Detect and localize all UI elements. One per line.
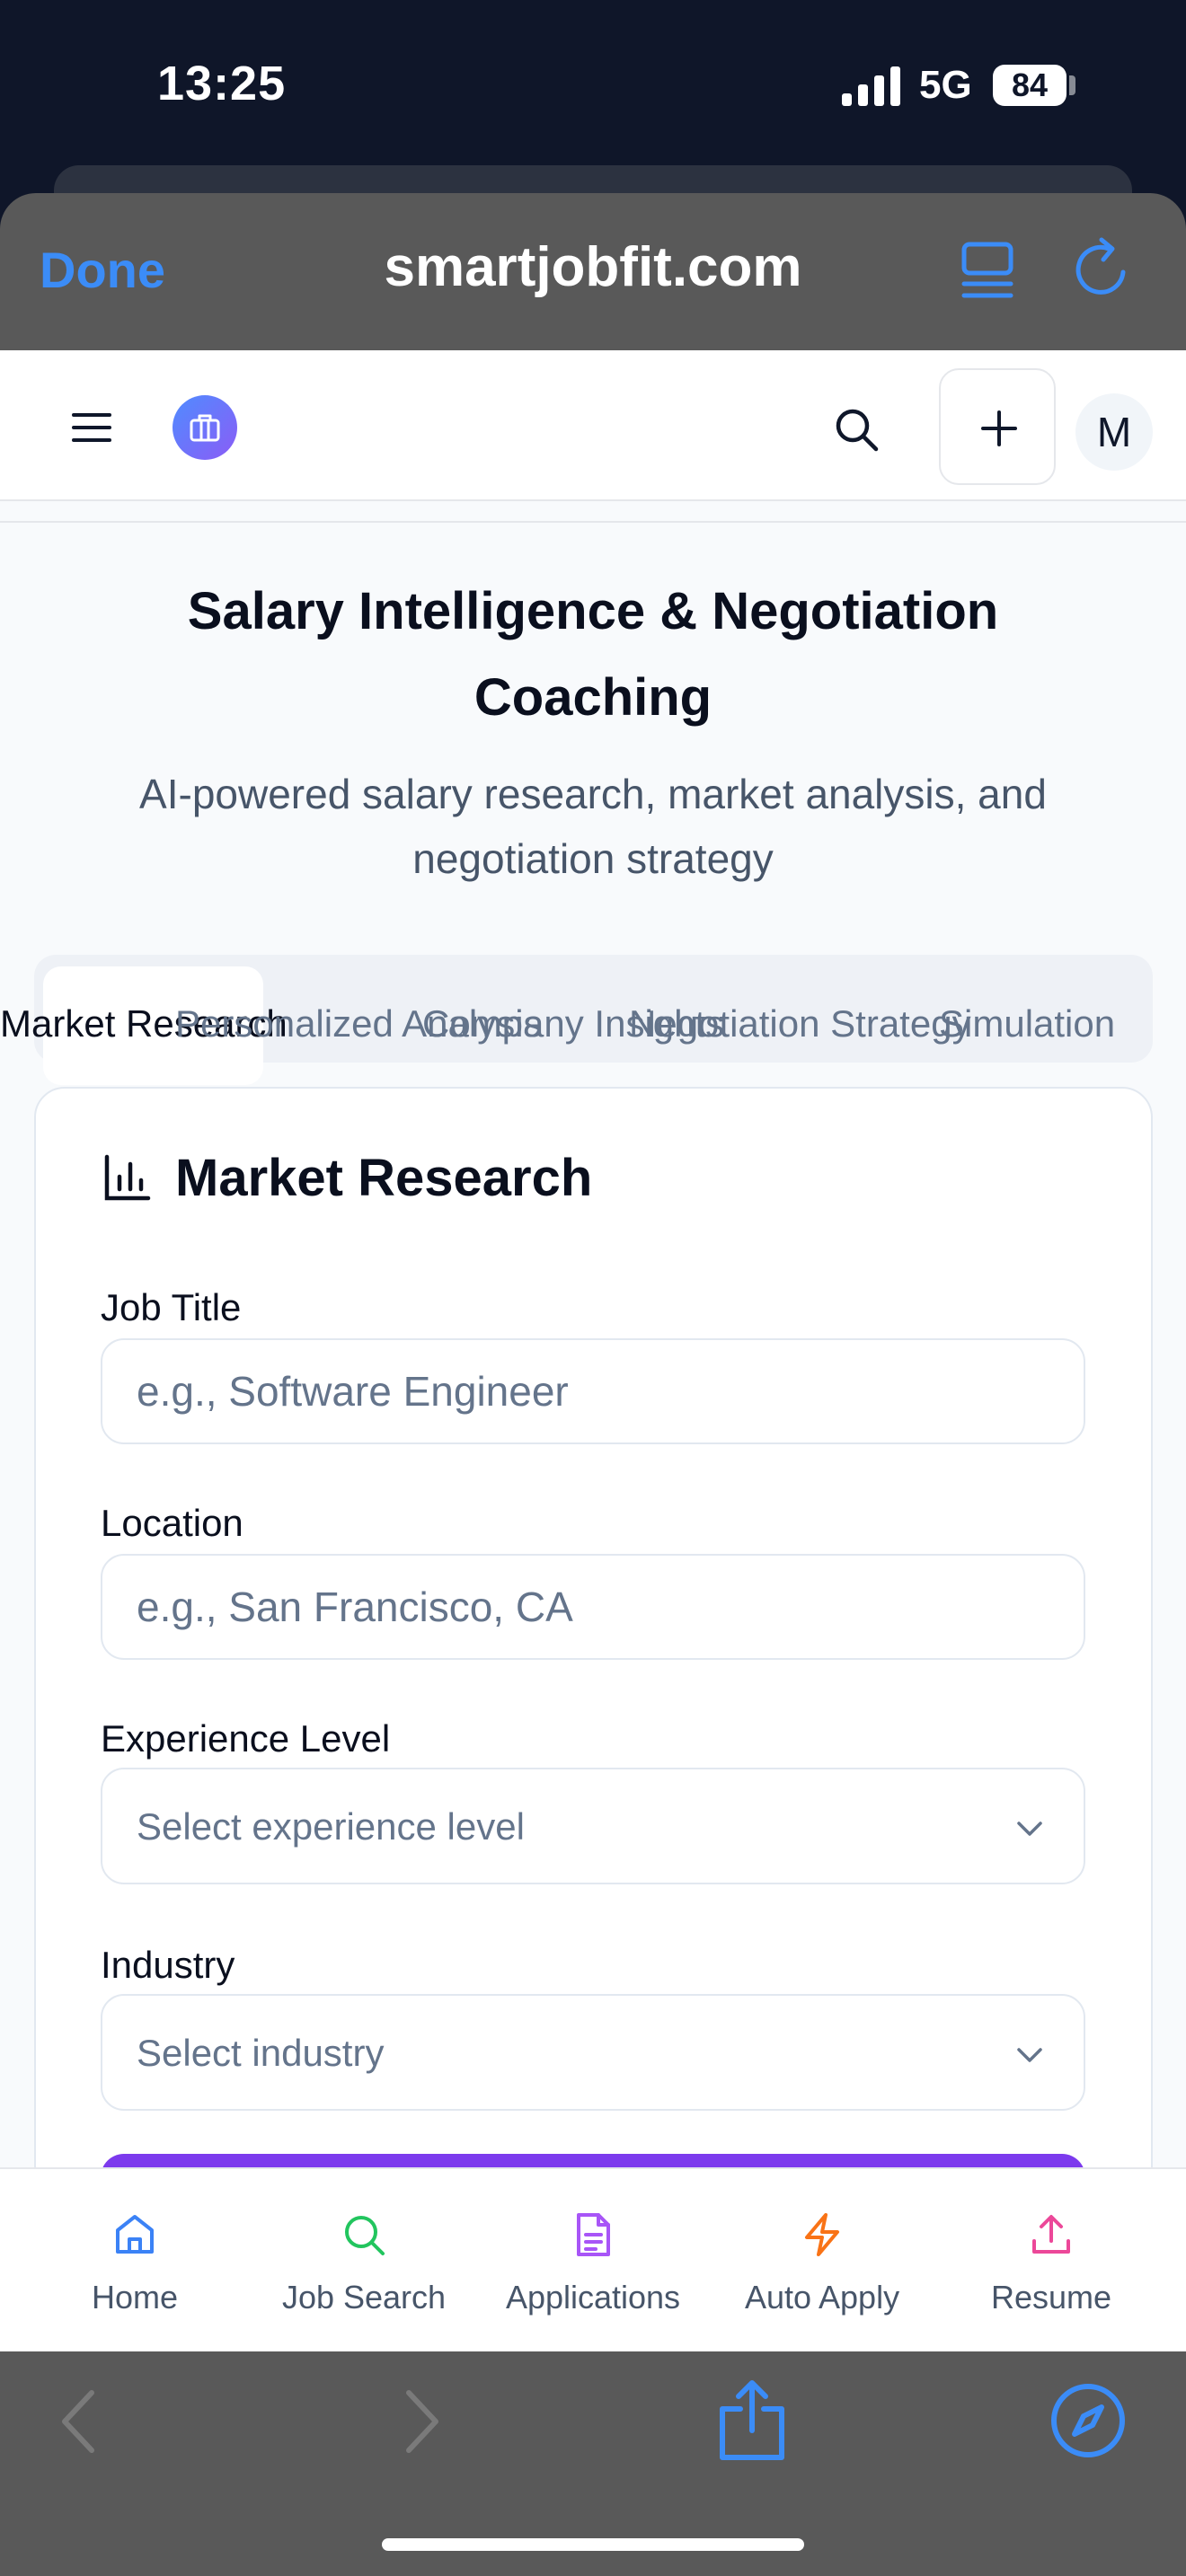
nav-resume[interactable]: Resume xyxy=(939,2169,1164,2353)
nav-home-label: Home xyxy=(91,2279,179,2316)
bottom-nav: Home Job Search Applications Auto Apply … xyxy=(0,2167,1186,2351)
card-title: Market Research xyxy=(175,1149,593,1207)
battery-icon: 84 xyxy=(993,65,1067,106)
nav-job-search-label: Job Search xyxy=(281,2279,447,2316)
home-icon xyxy=(116,2215,154,2254)
page-title: Salary Intelligence & Negotiation Coachi… xyxy=(187,582,999,727)
share-icon[interactable] xyxy=(715,2378,789,2461)
menu-icon[interactable] xyxy=(70,410,113,446)
divider xyxy=(0,521,1186,523)
document-icon xyxy=(577,2213,610,2256)
job-title-input[interactable] xyxy=(101,1338,1085,1444)
battery-tip xyxy=(1069,75,1075,95)
lightning-icon xyxy=(805,2213,839,2256)
reload-icon[interactable] xyxy=(1069,236,1134,301)
experience-level-value: Select experience level xyxy=(137,1805,525,1848)
network-label: 5G xyxy=(919,63,972,107)
reader-icon[interactable] xyxy=(957,239,1018,300)
back-icon[interactable] xyxy=(56,2387,101,2456)
nav-auto-apply-label: Auto Apply xyxy=(744,2279,900,2316)
industry-label: Industry xyxy=(101,1944,235,1986)
compass-icon[interactable] xyxy=(1049,2382,1127,2459)
bar-chart-icon xyxy=(104,1154,151,1201)
experience-level-select[interactable]: Select experience level xyxy=(101,1768,1085,1884)
nav-job-search[interactable]: Job Search xyxy=(252,2169,476,2353)
nav-resume-label: Resume xyxy=(990,2279,1112,2316)
upload-icon xyxy=(1032,2215,1070,2254)
search-icon[interactable] xyxy=(831,404,881,454)
app-logo[interactable] xyxy=(173,395,237,460)
location-label: Location xyxy=(101,1502,243,1544)
tab-negotiation-strategy[interactable]: Negotiation Strategy xyxy=(629,1002,971,1045)
search-icon xyxy=(345,2216,385,2255)
chevron-down-icon xyxy=(1017,1822,1042,1836)
tab-simulation[interactable]: Simulation xyxy=(939,1002,1115,1045)
nav-applications[interactable]: Applications xyxy=(481,2169,705,2353)
briefcase-icon xyxy=(190,414,220,442)
page-subtitle: AI-powered salary research, market analy… xyxy=(139,771,1047,882)
app-header: M xyxy=(0,350,1186,501)
plus-icon xyxy=(981,410,1017,446)
avatar[interactable]: M xyxy=(1075,393,1153,471)
nav-applications-label: Applications xyxy=(505,2279,681,2316)
add-button[interactable] xyxy=(939,368,1056,485)
nav-home[interactable]: Home xyxy=(22,2169,247,2353)
industry-value: Select industry xyxy=(137,2032,385,2074)
chevron-down-icon xyxy=(1017,2048,1042,2062)
status-time: 13:25 xyxy=(157,57,287,110)
signal-icon xyxy=(842,66,900,106)
forward-icon[interactable] xyxy=(400,2387,445,2456)
location-input[interactable] xyxy=(101,1554,1085,1660)
nav-auto-apply[interactable]: Auto Apply xyxy=(710,2169,934,2353)
home-indicator[interactable] xyxy=(382,2538,804,2551)
job-title-label: Job Title xyxy=(101,1286,242,1328)
experience-level-label: Experience Level xyxy=(101,1717,391,1760)
industry-select[interactable]: Select industry xyxy=(101,1994,1085,2111)
